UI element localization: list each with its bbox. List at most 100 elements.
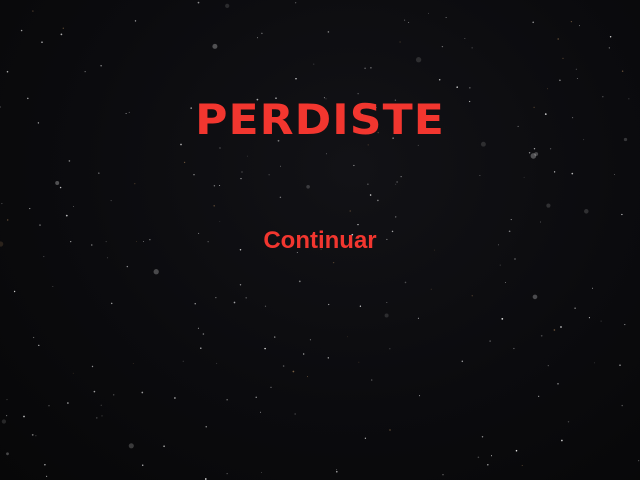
star bbox=[434, 249, 435, 251]
star bbox=[532, 294, 538, 300]
star bbox=[113, 394, 115, 396]
star bbox=[153, 269, 159, 275]
star bbox=[43, 256, 45, 258]
star bbox=[226, 473, 228, 475]
star bbox=[96, 417, 98, 419]
star bbox=[562, 57, 564, 60]
star bbox=[621, 213, 623, 216]
star bbox=[498, 244, 499, 246]
star bbox=[384, 313, 389, 318]
star bbox=[309, 339, 311, 341]
star bbox=[134, 20, 137, 22]
star bbox=[294, 413, 296, 415]
star bbox=[128, 443, 134, 449]
star bbox=[213, 205, 215, 207]
star bbox=[471, 295, 473, 297]
star bbox=[469, 87, 471, 89]
star bbox=[241, 171, 243, 173]
star bbox=[219, 184, 221, 187]
star bbox=[101, 415, 103, 417]
star bbox=[332, 261, 335, 264]
star bbox=[298, 280, 301, 283]
star bbox=[481, 436, 484, 438]
star bbox=[369, 194, 372, 196]
star bbox=[336, 469, 338, 471]
star bbox=[364, 67, 366, 70]
star bbox=[327, 31, 330, 33]
star bbox=[532, 21, 534, 24]
star bbox=[638, 460, 640, 462]
star bbox=[32, 336, 35, 339]
star bbox=[233, 301, 236, 304]
star bbox=[326, 153, 327, 155]
star bbox=[295, 78, 297, 80]
star bbox=[68, 160, 71, 162]
star bbox=[396, 181, 398, 183]
star bbox=[557, 383, 559, 385]
star bbox=[593, 362, 595, 364]
star bbox=[553, 171, 556, 173]
star bbox=[514, 258, 516, 260]
star bbox=[193, 174, 195, 176]
star bbox=[44, 464, 46, 466]
star bbox=[132, 363, 134, 364]
star bbox=[59, 186, 62, 189]
star bbox=[39, 224, 41, 226]
star bbox=[295, 2, 297, 4]
star bbox=[471, 47, 473, 49]
star bbox=[261, 472, 262, 473]
star bbox=[213, 185, 216, 187]
star bbox=[367, 183, 369, 185]
star bbox=[197, 1, 200, 4]
star bbox=[197, 327, 199, 329]
star bbox=[600, 320, 602, 322]
star bbox=[528, 152, 531, 154]
star bbox=[6, 452, 9, 456]
star bbox=[571, 172, 574, 175]
star bbox=[215, 297, 217, 299]
star bbox=[561, 439, 563, 442]
star bbox=[60, 33, 63, 36]
star bbox=[438, 79, 441, 81]
star bbox=[336, 471, 338, 473]
star bbox=[574, 307, 576, 309]
star bbox=[282, 365, 285, 367]
star bbox=[38, 344, 40, 347]
star bbox=[143, 241, 144, 242]
star bbox=[84, 71, 86, 73]
star bbox=[73, 206, 75, 208]
star bbox=[576, 78, 578, 79]
star bbox=[547, 365, 549, 367]
star bbox=[624, 324, 626, 326]
star bbox=[65, 214, 68, 217]
star bbox=[347, 336, 349, 338]
star bbox=[417, 317, 419, 319]
star bbox=[370, 379, 373, 381]
continue-button[interactable]: Continuar bbox=[220, 222, 420, 260]
star bbox=[246, 155, 248, 157]
star bbox=[141, 464, 144, 466]
star bbox=[20, 29, 23, 32]
star bbox=[567, 421, 570, 423]
star bbox=[394, 216, 397, 218]
star bbox=[141, 391, 144, 394]
star bbox=[182, 360, 184, 362]
star bbox=[621, 70, 624, 72]
star bbox=[107, 257, 109, 259]
star bbox=[264, 305, 267, 307]
game-over-screen: PERDISTE Continuar bbox=[0, 0, 640, 480]
star bbox=[327, 357, 329, 359]
star bbox=[487, 463, 489, 466]
star bbox=[505, 282, 506, 283]
star bbox=[1, 203, 3, 205]
star bbox=[270, 386, 272, 388]
star bbox=[608, 47, 610, 49]
star bbox=[62, 27, 64, 29]
star bbox=[307, 376, 308, 378]
star bbox=[430, 288, 432, 290]
star bbox=[198, 232, 200, 234]
star bbox=[353, 164, 355, 167]
star bbox=[621, 404, 623, 407]
star bbox=[13, 290, 16, 293]
star bbox=[370, 66, 372, 69]
